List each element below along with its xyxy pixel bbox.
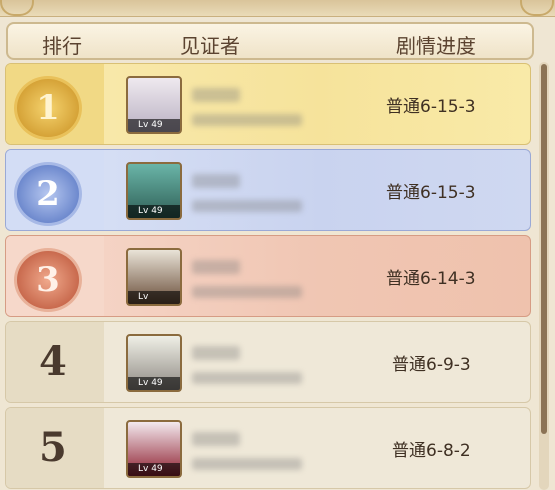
player-info-blurred (192, 200, 302, 212)
table-row[interactable]: 2 Lv 49 普通6-15-3 (5, 149, 531, 231)
table-header: 排行 见证者 剧情进度 (6, 22, 534, 60)
player-info-blurred (192, 458, 302, 470)
avatar[interactable]: Lv 49 (126, 76, 182, 134)
gold-medal-icon: 1 (14, 76, 82, 140)
avatar[interactable]: Lv 49 (126, 162, 182, 220)
avatar-level: Lv 49 (128, 119, 180, 132)
header-progress: 剧情进度 (396, 34, 476, 58)
avatar-level: Lv (128, 291, 180, 304)
table-row[interactable]: 5 Lv 49 普通6-8-2 (5, 407, 531, 489)
table-row[interactable]: 1 Lv 49 普通6-15-3 (5, 63, 531, 145)
header-witness: 见证者 (180, 34, 240, 58)
avatar-level: Lv 49 (128, 205, 180, 218)
story-progress: 普通6-9-3 (392, 355, 471, 375)
player-name-blurred (192, 260, 240, 274)
player-name-blurred (192, 88, 240, 102)
avatar[interactable]: Lv (126, 248, 182, 306)
avatar-level: Lv 49 (128, 377, 180, 390)
avatar[interactable]: Lv 49 (126, 420, 182, 478)
avatar[interactable]: Lv 49 (126, 334, 182, 392)
scrollbar-thumb[interactable] (541, 64, 547, 434)
rank-number: 5 (39, 424, 67, 471)
player-info-blurred (192, 286, 302, 298)
top-ornament (0, 0, 555, 17)
story-progress: 普通6-15-3 (386, 183, 476, 203)
ornament-left-icon (0, 0, 34, 16)
silver-medal-icon: 2 (14, 162, 82, 226)
story-progress: 普通6-15-3 (386, 97, 476, 117)
player-name-blurred (192, 174, 240, 188)
bronze-medal-icon: 3 (14, 248, 82, 312)
header-rank: 排行 (42, 34, 82, 58)
player-name-blurred (192, 432, 240, 446)
ornament-right-icon (520, 0, 554, 16)
player-name-blurred (192, 346, 240, 360)
table-row[interactable]: 4 Lv 49 普通6-9-3 (5, 321, 531, 403)
rank-number: 4 (39, 338, 67, 385)
table-row[interactable]: 3 Lv 普通6-14-3 (5, 235, 531, 317)
player-info-blurred (192, 114, 302, 126)
story-progress: 普通6-14-3 (386, 269, 476, 289)
player-info-blurred (192, 372, 302, 384)
avatar-level: Lv 49 (128, 463, 180, 476)
story-progress: 普通6-8-2 (392, 441, 471, 461)
